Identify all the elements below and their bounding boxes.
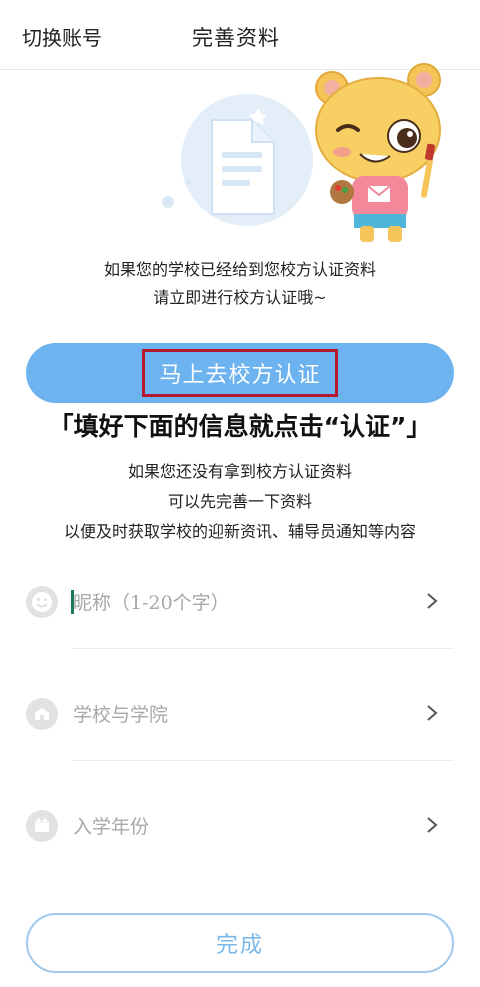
bear-mascot-icon (315, 63, 441, 242)
school-building-icon (26, 698, 58, 730)
divider (72, 760, 454, 761)
smiley-icon (26, 586, 58, 618)
verify-highlight-box[interactable]: 马上去校方认证 (142, 349, 338, 397)
chevron-right-icon (427, 705, 438, 721)
school-row[interactable]: 学校与学院 (0, 684, 480, 744)
enrollment-year-row[interactable]: 入学年份 (0, 796, 480, 856)
divider (72, 648, 454, 649)
done-button[interactable]: 完成 (26, 913, 454, 973)
chevron-right-icon (427, 593, 438, 609)
year-label: 入学年份 (73, 816, 150, 838)
school-label: 学校与学院 (73, 704, 169, 726)
intro-line-1: 如果您的学校已经给到您校方认证资料 (103, 260, 376, 279)
notice-line-1: 如果您还没有拿到校方认证资料 (127, 462, 352, 481)
notice-line-3: 以便及时获取学校的迎新资讯、辅导员通知等内容 (63, 522, 416, 541)
text-cursor (71, 590, 74, 614)
document-illustration-icon (162, 94, 313, 226)
page-title: 完善资料 (192, 26, 280, 50)
switch-account-button[interactable]: 切换账号 (22, 22, 102, 51)
notice-line-2: 可以先完善一下资料 (167, 492, 312, 511)
done-button-label: 完成 (215, 933, 264, 958)
annotation-banner: 「填好下面的信息就点击“认证”」 (48, 412, 432, 441)
intro-text: 如果您的学校已经给到您校方认证资料 请立即进行校方认证哦~ (0, 256, 480, 312)
notice-text: 如果您还没有拿到校方认证资料 可以先完善一下资料 以便及时获取学校的迎新资讯、辅… (0, 457, 480, 547)
verify-button-label: 马上去校方认证 (159, 363, 321, 388)
calendar-icon (26, 810, 58, 842)
intro-line-2: 请立即进行校方认证哦~ (153, 288, 327, 307)
nickname-input[interactable]: 昵称（1-20个字） (73, 588, 230, 615)
chevron-right-icon (427, 817, 438, 833)
